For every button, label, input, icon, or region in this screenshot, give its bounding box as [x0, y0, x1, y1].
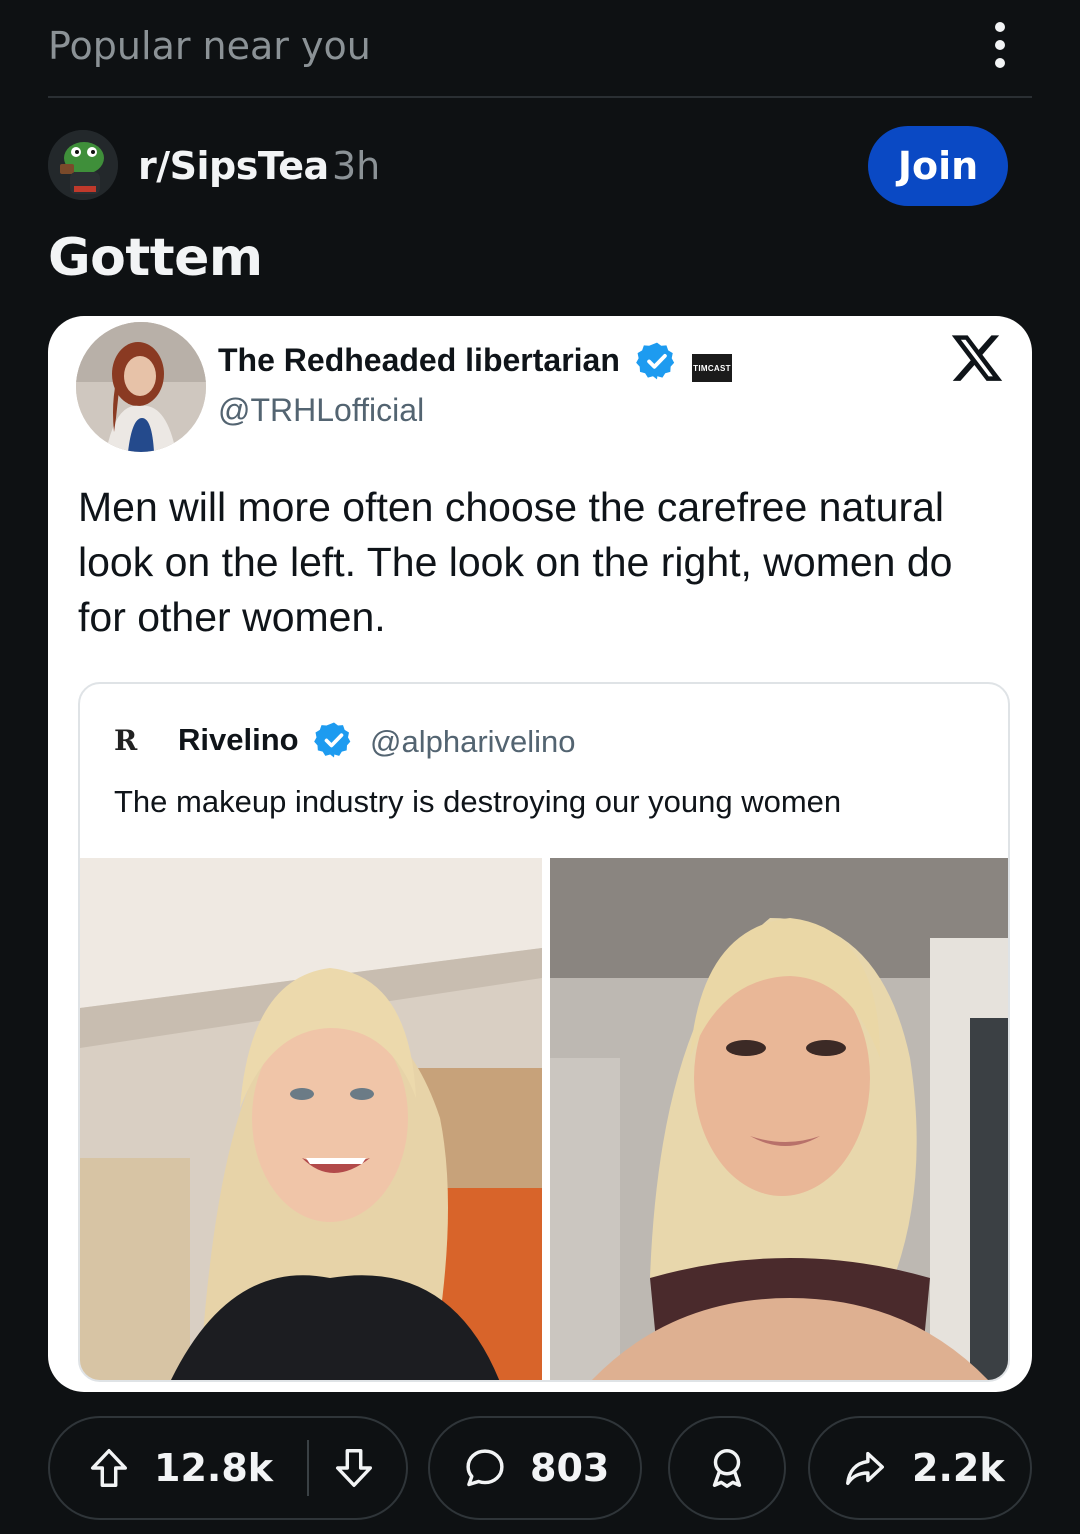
tweet-author-avatar [76, 322, 206, 452]
tweet-author-name: The Redheaded libertarian [218, 342, 620, 378]
downvote-icon[interactable] [331, 1445, 377, 1491]
verified-icon [314, 722, 351, 758]
award-button[interactable] [668, 1416, 786, 1520]
quote-author-name: Rivelino [178, 722, 299, 757]
post-age: 3h [332, 144, 381, 188]
quote-author-handle: @alpharivelino [370, 724, 576, 759]
section-title: Popular near you [48, 24, 371, 68]
post-meta: r/SipsTea 3h Join [48, 126, 1032, 206]
quoted-tweet: R Rivelino @alpharivelino The makeup ind… [78, 682, 1010, 1382]
vote-divider [307, 1440, 310, 1496]
share-button[interactable]: 2.2k [808, 1416, 1032, 1520]
post-action-bar: 12.8k 803 2.2k [48, 1416, 1032, 1520]
quote-text: The makeup industry is destroying our yo… [114, 784, 842, 819]
upvote-count: 12.8k [154, 1446, 274, 1490]
join-button[interactable]: Join [868, 126, 1008, 206]
photo-makeup-look [550, 858, 1008, 1380]
share-icon [846, 1451, 884, 1486]
photo-natural-look [80, 858, 542, 1380]
award-icon [712, 1449, 742, 1488]
more-options-button[interactable] [982, 20, 1018, 70]
more-vertical-icon [995, 22, 1005, 32]
comment-icon [466, 1449, 504, 1487]
tweet-author-handle: @TRHLofficial [218, 392, 425, 428]
x-logo-icon [951, 335, 1003, 381]
vote-control: 12.8k [48, 1416, 408, 1520]
post-image[interactable]: The Redheaded libertarian TIMCAST @TRHLo… [48, 316, 1032, 1392]
subreddit-avatar[interactable] [48, 130, 118, 200]
upvote-icon[interactable] [86, 1445, 132, 1491]
comments-button[interactable]: 803 [428, 1416, 642, 1520]
feed-section-header: Popular near you [48, 20, 1032, 98]
share-count: 2.2k [912, 1446, 1005, 1490]
quote-author-logo: R [114, 724, 138, 757]
comment-count: 803 [530, 1446, 610, 1490]
post-title[interactable]: Gottem [48, 228, 263, 288]
verified-icon [636, 342, 675, 380]
subreddit-name[interactable]: r/SipsTea [138, 144, 329, 188]
affiliate-badge: TIMCAST [692, 354, 732, 382]
tweet-text: Men will more often choose the carefree … [78, 484, 953, 640]
